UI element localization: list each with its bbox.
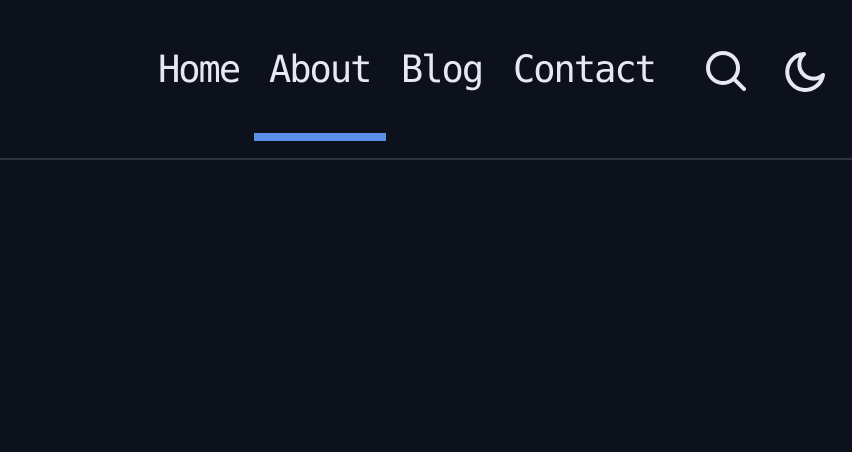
page: Home About Blog Contact bbox=[0, 0, 852, 452]
site-header: Home About Blog Contact bbox=[0, 0, 852, 160]
nav-link-contact[interactable]: Contact bbox=[513, 44, 657, 96]
theme-toggle-button[interactable] bbox=[782, 48, 828, 94]
search-button[interactable] bbox=[703, 48, 749, 94]
search-icon bbox=[706, 51, 746, 91]
moon-icon bbox=[785, 52, 825, 92]
nav-link-about[interactable]: About bbox=[269, 44, 372, 96]
nav-link-home[interactable]: Home bbox=[158, 44, 241, 96]
nav-link-blog[interactable]: Blog bbox=[401, 44, 484, 96]
active-nav-indicator bbox=[254, 133, 386, 141]
